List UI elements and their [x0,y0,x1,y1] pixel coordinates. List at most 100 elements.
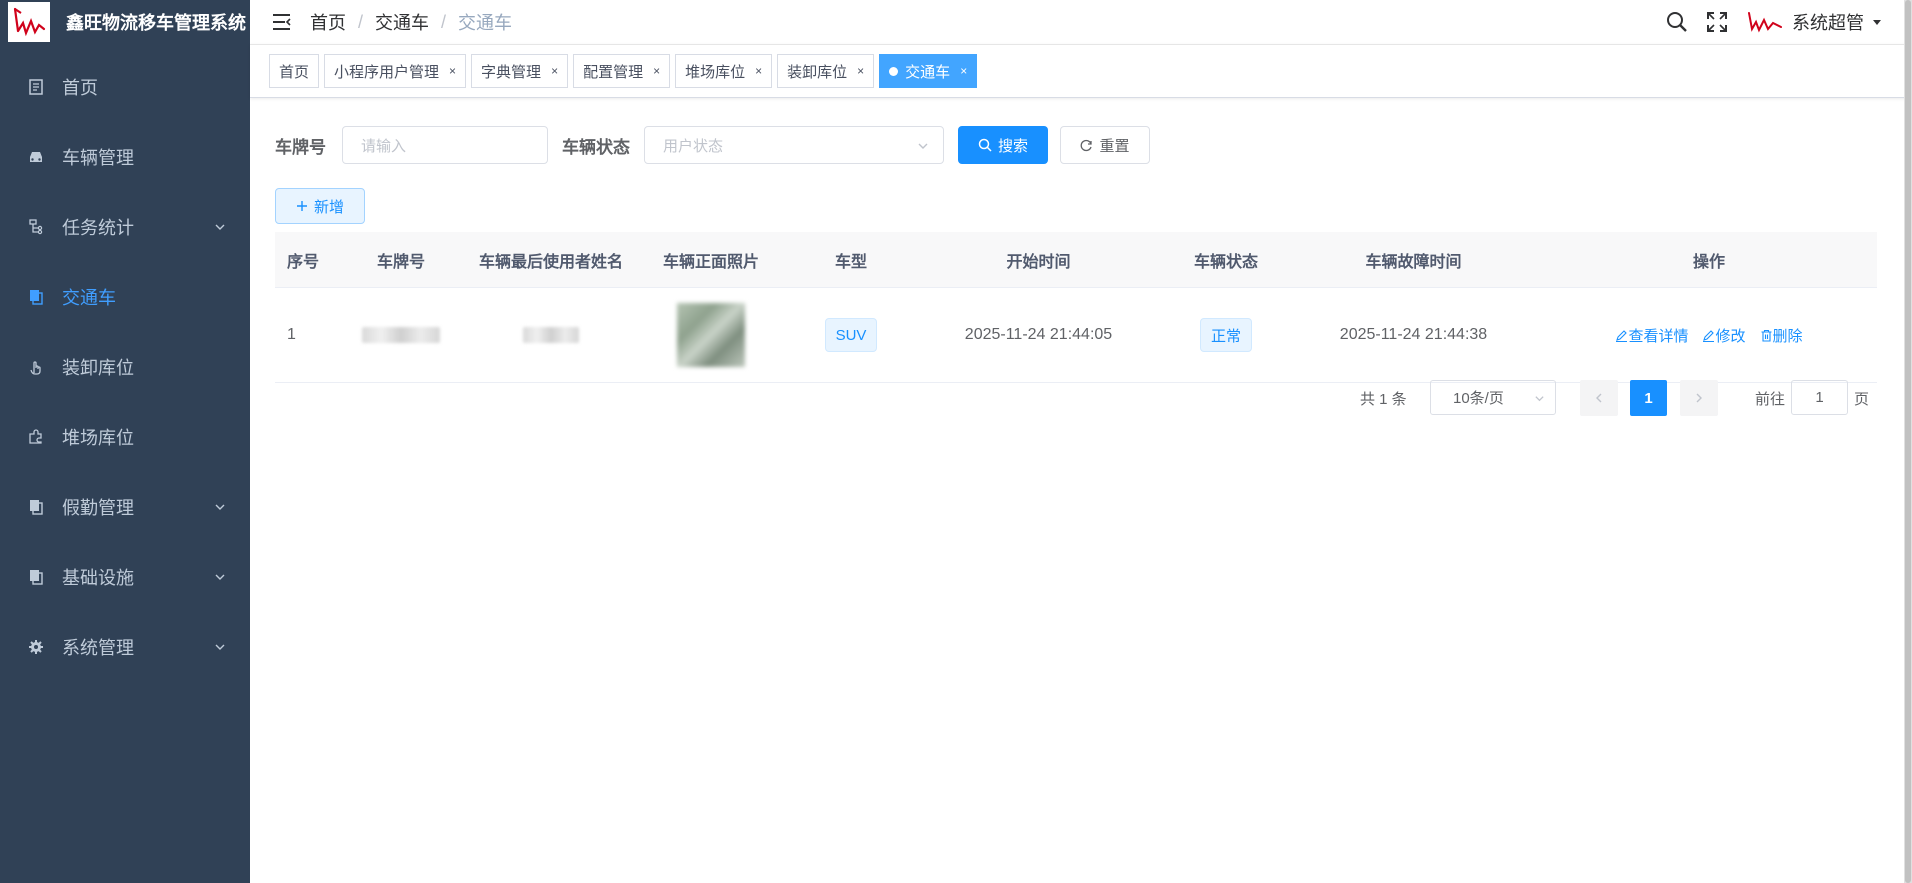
plus-icon [296,201,307,211]
cell-plate-redacted [331,327,471,343]
chevron-left-icon [1596,393,1602,403]
scrollbar[interactable] [1904,0,1912,883]
avatar[interactable] [1746,10,1784,34]
tab-label: 装卸库位 [787,63,848,81]
active-dot-icon [889,66,899,76]
next-page-button[interactable] [1680,380,1718,416]
page-size-value: 10条/页 [1453,390,1504,407]
sidebar-item-shuttle[interactable]: 交通车 [0,262,250,332]
tab-label: 小程序用户管理 [334,63,440,81]
trash-icon [1761,329,1771,342]
puzzle-icon [24,429,48,445]
caret-down-icon[interactable] [1872,17,1882,27]
chevron-down-icon [918,143,928,149]
brand: 鑫旺物流移车管理系统 [0,0,250,44]
breadcrumb-separator: / [358,11,364,32]
fullscreen-icon[interactable] [1706,11,1728,33]
sidebar-item-home[interactable]: 首页 [0,52,250,122]
status-label: 车辆状态 [562,137,630,157]
plate-placeholder: 请输入 [361,137,407,155]
close-icon[interactable]: × [551,64,558,78]
breadcrumb-separator: / [441,11,447,32]
sidebar-item-label: 系统管理 [62,638,134,658]
sidebar-item-vehicles[interactable]: 车辆管理 [0,122,250,192]
column-header: 操作 [1692,253,1725,271]
search-button-label: 搜索 [997,137,1028,155]
close-icon[interactable]: × [960,64,967,78]
status-placeholder: 用户状态 [663,137,724,155]
edit-link[interactable]: 修改 [1702,325,1746,346]
column-header: 车辆状态 [1193,253,1258,271]
page-number-current[interactable]: 1 [1630,380,1667,416]
tab-loading-bays[interactable]: 装卸库位 × [777,54,875,88]
sidebar-item-yard-bays[interactable]: 堆场库位 [0,402,250,472]
tab-label: 配置管理 [583,63,644,81]
close-icon[interactable]: × [755,64,762,78]
tab-label: 首页 [279,63,310,81]
documents-icon [24,499,48,515]
status-select[interactable]: 用户状态 [644,126,944,164]
pagination-total: 共 1 条 [1360,391,1407,408]
tab-miniprogram-users[interactable]: 小程序用户管理 × [324,54,467,88]
tab-label: 交通车 [905,63,951,81]
chevron-down-icon [215,574,225,580]
add-button[interactable]: 新增 [275,188,365,224]
sidebar-item-label: 车辆管理 [62,148,134,168]
sidebar-item-label: 堆场库位 [62,428,134,448]
sidebar-item-label: 交通车 [62,288,116,308]
vehicle-type-tag: SUV [824,318,878,352]
search-button[interactable]: 搜索 [958,126,1048,164]
sidebar-item-leave[interactable]: 假勤管理 [0,472,250,542]
sidebar-item-label: 首页 [62,78,98,98]
close-icon[interactable]: × [857,64,864,78]
sidebar-item-system[interactable]: 系统管理 [0,612,250,682]
chevron-down-icon [215,504,225,510]
page-size-select[interactable]: 10条/页 [1430,380,1556,415]
close-icon[interactable]: × [653,64,660,78]
table-header: 序号 车牌号 车辆最后使用者姓名 车辆正面照片 车型 开始时间 车辆状态 车辆故… [275,232,1877,288]
navbar: 首页 / 交通车 / 交通车 系统超管 [250,0,1912,44]
cell-status: 正常 [1166,318,1286,352]
app-title: 鑫旺物流移车管理系统 [66,13,246,33]
hamburger-icon[interactable] [270,10,294,34]
tab-yard-bays[interactable]: 堆场库位 × [675,54,773,88]
tab-shuttle[interactable]: 交通车 × [879,54,978,88]
breadcrumb: 首页 / 交通车 / 交通车 [310,9,512,35]
breadcrumb-item[interactable]: 交通车 [375,9,429,35]
tree-icon [24,219,48,235]
car-icon [24,150,48,164]
tags-view: 首页 小程序用户管理 × 字典管理 × 配置管理 × 堆场库位 × 装卸库位 ×… [250,44,1912,98]
cell-vehicle-type: SUV [791,318,911,352]
chevron-down-icon [215,644,225,650]
sidebar-menu: 首页 车辆管理 任务统计 交通车 装卸库位 堆场库位 假勤管理 基础设施 系统管… [0,52,250,682]
reset-button-label: 重置 [1099,137,1130,155]
close-icon[interactable]: × [449,64,456,78]
tab-home[interactable]: 首页 [269,54,320,88]
sidebar-item-loading-bays[interactable]: 装卸库位 [0,332,250,402]
view-details-link[interactable]: 查看详情 [1615,325,1688,346]
main-area: 首页 / 交通车 / 交通车 系统超管 首页 小程序用户管理 × 字典管理 × … [250,0,1912,883]
tab-config[interactable]: 配置管理 × [573,54,671,88]
plate-input[interactable]: 请输入 [342,126,548,164]
scrollbar-thumb[interactable] [1905,0,1911,883]
delete-link[interactable]: 删除 [1760,325,1803,346]
sidebar-item-infrastructure[interactable]: 基础设施 [0,542,250,612]
page-suffix: 页 [1854,391,1870,408]
logo [8,2,50,42]
prev-page-button[interactable] [1580,380,1618,416]
reset-button[interactable]: 重置 [1060,126,1150,164]
edit-icon [1616,329,1628,342]
sidebar-item-task-stats[interactable]: 任务统计 [0,192,250,262]
edit-icon [1703,329,1715,342]
tab-dictionary[interactable]: 字典管理 × [471,54,569,88]
goto-page-input[interactable]: 1 [1791,380,1848,415]
breadcrumb-item[interactable]: 首页 [310,9,346,35]
vehicle-photo[interactable] [677,303,745,367]
breadcrumb-current: 交通车 [458,13,513,33]
search-icon[interactable] [1666,11,1688,33]
chevron-down-icon [1535,396,1544,402]
status-badge: 正常 [1199,318,1252,352]
user-name[interactable]: 系统超管 [1792,9,1864,35]
cell-photo[interactable] [631,303,791,367]
logo-mark [13,7,46,37]
